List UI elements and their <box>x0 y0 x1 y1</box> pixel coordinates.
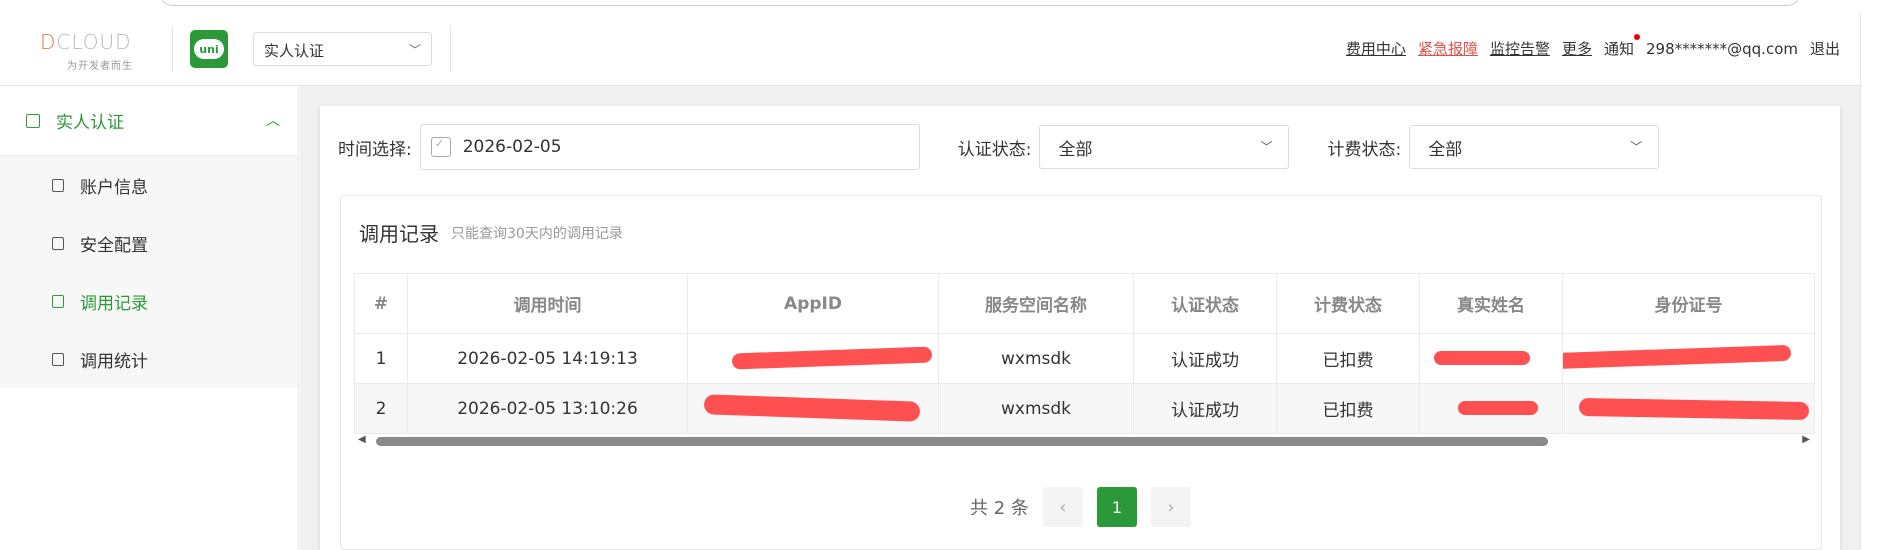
page-scrollbar[interactable] <box>1860 12 1880 550</box>
total-count: 共 2 条 <box>970 498 1029 519</box>
row-number: 2 <box>354 383 408 434</box>
name-redacted <box>1419 383 1563 434</box>
space-name: wxmsdk <box>938 333 1134 384</box>
space-name: wxmsdk <box>938 383 1134 434</box>
scrollbar-thumb[interactable] <box>376 437 1548 446</box>
table-row: 2 2026-02-05 13:10:26 wxmsdk 认证成功 已扣费 <box>354 383 1815 434</box>
uni-app-icon[interactable]: uni <box>190 30 228 68</box>
name-redacted <box>1419 333 1563 384</box>
emergency-link[interactable]: 紧急报障 <box>1418 38 1478 59</box>
sidebar-item-stats[interactable]: 调用统计 <box>0 330 298 388</box>
sidebar-item-label: 调用记录 <box>80 293 148 314</box>
address-bar[interactable] <box>160 0 1800 6</box>
call-time: 2026-02-05 14:19:13 <box>407 333 688 384</box>
logo-text: DCLOUD <box>40 30 132 54</box>
column-header: 服务空间名称 <box>938 273 1134 334</box>
records-subtitle: 只能查询30天内的调用记录 <box>451 226 623 242</box>
doc-icon <box>52 352 64 366</box>
auth-status: 认证成功 <box>1133 333 1277 384</box>
records-title: 调用记录 <box>359 222 439 246</box>
sidebar-item-security[interactable]: 安全配置 <box>0 214 298 272</box>
column-header: 身份证号 <box>1562 273 1815 334</box>
auth-status-select[interactable]: 全部 ﹀ <box>1039 125 1290 169</box>
column-header: # <box>354 273 408 334</box>
notify-label: 通知 <box>1603 40 1634 58</box>
top-header: DCLOUD 为开发者而生 uni 实人认证 ﹀ 费用中心 紧急报障 监控告警 … <box>0 12 1860 86</box>
auth-status-value: 全部 <box>1058 139 1093 160</box>
column-header: 真实姓名 <box>1419 273 1563 334</box>
doc-icon <box>26 113 40 128</box>
scroll-right-icon[interactable]: ▶ <box>1802 434 1810 445</box>
top-links: 费用中心 紧急报障 监控告警 更多 通知 298*******@qq.com 退… <box>1346 34 1840 59</box>
more-link[interactable]: 更多 <box>1562 38 1592 59</box>
product-select-value: 实人认证 <box>264 42 325 60</box>
scroll-left-icon[interactable]: ◀ <box>358 434 366 445</box>
idcard-redacted <box>1562 333 1815 384</box>
dcloud-logo[interactable]: DCLOUD 为开发者而生 <box>40 30 160 72</box>
table-header-row: # 调用时间 AppID 服务空间名称 认证状态 计费状态 真实姓名 身份证号 <box>354 273 1815 334</box>
sidebar-group-label: 实人认证 <box>56 113 124 133</box>
sidebar-group-realname[interactable]: 实人认证 ︿ <box>0 86 298 156</box>
sidebar-item-label: 安全配置 <box>80 235 148 256</box>
appid-redacted <box>687 333 939 384</box>
sidebar-items: 账户信息 安全配置 调用记录 调用统计 <box>0 156 298 388</box>
column-header: 调用时间 <box>407 273 688 334</box>
row-number: 1 <box>354 333 408 384</box>
idcard-redacted <box>1562 383 1815 434</box>
table-horizontal-scrollbar[interactable]: ◀ ▶ <box>358 434 1810 448</box>
sidebar-item-label: 账户信息 <box>80 177 148 198</box>
auth-status-label: 认证状态: <box>957 139 1032 160</box>
chevron-up-icon: ︿ <box>266 113 280 129</box>
next-page-button[interactable]: › <box>1150 487 1191 527</box>
doc-icon <box>52 294 64 308</box>
bill-status: 已扣费 <box>1276 333 1420 384</box>
notify-dot <box>1634 34 1640 40</box>
browser-top-bar <box>0 0 1880 12</box>
time-label: 时间选择: <box>338 139 412 160</box>
bill-status-value: 全部 <box>1428 139 1463 160</box>
chevron-down-icon: ﹀ <box>408 43 421 57</box>
bill-status: 已扣费 <box>1276 383 1420 434</box>
doc-icon <box>52 236 64 250</box>
page-1-button[interactable]: 1 <box>1096 487 1137 527</box>
sidebar-item-account[interactable]: 账户信息 <box>0 156 298 214</box>
prev-page-button[interactable]: ‹ <box>1042 487 1083 527</box>
fee-center-link[interactable]: 费用中心 <box>1346 38 1406 59</box>
call-time: 2026-02-05 13:10:26 <box>407 383 688 434</box>
pagination: 共 2 条 ‹ 1 › <box>970 487 1191 527</box>
logout-link[interactable]: 退出 <box>1810 38 1840 59</box>
uni-label: uni <box>194 39 224 59</box>
sidebar: 实人认证 ︿ 账户信息 安全配置 调用记录 调用统计 <box>0 86 299 550</box>
sidebar-item-records[interactable]: 调用记录 <box>0 272 298 330</box>
calendar-icon <box>430 137 451 157</box>
date-picker[interactable]: 2026-02-05 <box>419 124 920 170</box>
header-divider <box>450 26 451 72</box>
chevron-down-icon: ﹀ <box>1260 140 1273 154</box>
account-name[interactable]: 298*******@qq.com <box>1646 40 1798 58</box>
chevron-down-icon: ﹀ <box>1630 140 1643 154</box>
column-header: 计费状态 <box>1276 273 1420 334</box>
column-header: AppID <box>687 273 939 334</box>
monitor-link[interactable]: 监控告警 <box>1490 38 1550 59</box>
notify-link[interactable]: 通知 <box>1603 34 1640 59</box>
product-select[interactable]: 实人认证 ﹀ <box>253 32 432 66</box>
logo-slogan: 为开发者而生 <box>67 61 133 72</box>
header-divider <box>172 26 173 72</box>
records-table: # 调用时间 AppID 服务空间名称 认证状态 计费状态 真实姓名 身份证号 … <box>354 273 1815 434</box>
date-value: 2026-02-05 <box>462 137 562 157</box>
auth-status: 认证成功 <box>1133 383 1277 434</box>
bill-status-select[interactable]: 全部 ﹀ <box>1409 125 1660 169</box>
column-header: 认证状态 <box>1133 273 1277 334</box>
doc-icon <box>52 178 64 192</box>
filter-bar: 时间选择: 2026-02-05 认证状态: 全部 ﹀ 计费状态: 全部 ﹀ <box>338 124 1660 170</box>
sidebar-item-label: 调用统计 <box>80 351 148 372</box>
bill-status-label: 计费状态: <box>1327 139 1402 160</box>
table-row: 1 2026-02-05 14:19:13 wxmsdk 认证成功 已扣费 <box>354 333 1815 384</box>
appid-redacted <box>687 383 939 434</box>
